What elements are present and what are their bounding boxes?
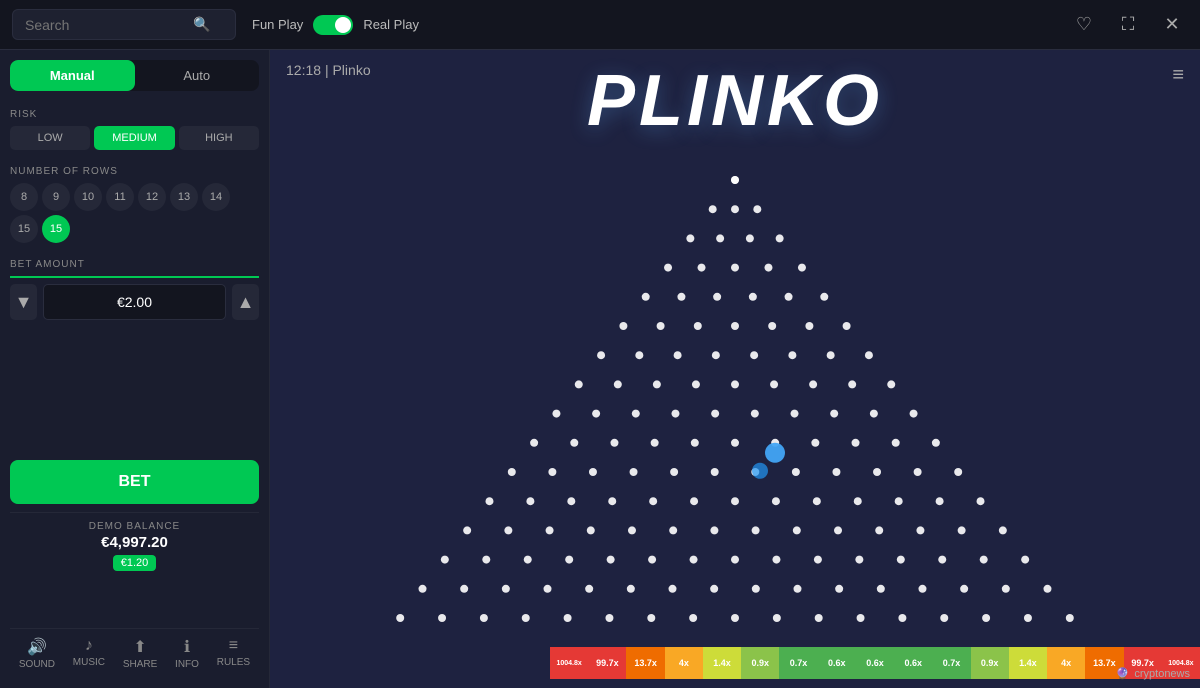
search-box[interactable]: 🔍 [12, 9, 236, 40]
multiplier-cell[interactable]: 99.7x [588, 647, 626, 679]
row-14[interactable]: 14 [202, 183, 230, 211]
music-icon: ♪ [85, 637, 93, 655]
multiplier-cell[interactable]: 1.4x [1009, 647, 1047, 679]
bet-button[interactable]: BET [10, 460, 259, 504]
cryptonews-icon: 🔮 [1116, 667, 1130, 680]
plinko-title: PLINKO [587, 60, 883, 142]
cryptonews-label: cryptonews [1134, 668, 1190, 680]
time-separator: | [325, 62, 329, 78]
demo-chip: €1.20 [113, 555, 157, 571]
tab-auto[interactable]: Auto [135, 60, 260, 91]
share-icon: ⬆ [133, 637, 146, 657]
multiplier-cell[interactable]: 0.6x [818, 647, 856, 679]
rules-label: RULES [217, 657, 250, 668]
risk-low[interactable]: LOW [10, 126, 90, 150]
info-label: INFO [175, 659, 199, 670]
game-time: 12:18 | Plinko [286, 62, 371, 78]
demo-balance: DEMO BALANCE €4,997.20 €1.20 [10, 512, 259, 579]
info-icon: ℹ [184, 637, 190, 657]
bet-amount-wrapper: BET AMOUNT ▼ ▲ [10, 255, 259, 332]
tab-manual[interactable]: Manual [10, 60, 135, 91]
risk-high[interactable]: HIGH [179, 126, 259, 150]
row-13[interactable]: 13 [170, 183, 198, 211]
multiplier-cell[interactable]: 0.9x [741, 647, 779, 679]
row-10[interactable]: 10 [74, 183, 102, 211]
header-actions: ♡ ⛶ ✕ [1068, 9, 1188, 41]
cryptonews-badge: 🔮 cryptonews [1116, 667, 1190, 680]
main-layout: Manual Auto RISK LOW MEDIUM HIGH NUMBER … [0, 50, 1200, 688]
bet-input[interactable] [43, 284, 226, 320]
bet-increase-button[interactable]: ▲ [232, 284, 259, 320]
app-header: 🔍 Fun Play Real Play ♡ ⛶ ✕ [0, 0, 1200, 50]
rules-icon: ≡ [229, 637, 238, 655]
row-12[interactable]: 12 [138, 183, 166, 211]
multiplier-cell[interactable]: 13.7x [626, 647, 664, 679]
info-icon-btn[interactable]: ℹ INFO [175, 637, 199, 670]
time-display: 12:18 [286, 62, 321, 78]
real-play-label: Real Play [363, 17, 419, 32]
risk-label: RISK [10, 109, 259, 120]
multiplier-cell[interactable]: 1.4x [703, 647, 741, 679]
bet-amount-bar [10, 276, 259, 278]
bet-decrease-button[interactable]: ▼ [10, 284, 37, 320]
multiplier-cell[interactable]: 0.7x [779, 647, 817, 679]
sidebar: Manual Auto RISK LOW MEDIUM HIGH NUMBER … [0, 50, 270, 688]
multiplier-bar: 1004.8x99.7x13.7x4x1.4x0.9x0.7x0.6x0.6x0… [550, 638, 1200, 688]
hamburger-menu[interactable]: ≡ [1172, 64, 1184, 87]
demo-balance-amount: €4,997.20 [18, 534, 251, 551]
sidebar-bottom-icons: 🔊 SOUND ♪ MUSIC ⬆ SHARE ℹ INFO ≡ RULES [10, 628, 259, 678]
multiplier-cell[interactable]: 0.9x [971, 647, 1009, 679]
close-button[interactable]: ✕ [1156, 9, 1188, 41]
sidebar-content: Manual Auto RISK LOW MEDIUM HIGH NUMBER … [10, 60, 259, 628]
multiplier-cell[interactable]: 0.7x [932, 647, 970, 679]
sound-icon: 🔊 [27, 637, 47, 657]
row-11[interactable]: 11 [106, 183, 134, 211]
sound-icon-btn[interactable]: 🔊 SOUND [19, 637, 55, 670]
mode-tabs: Manual Auto [10, 60, 259, 91]
risk-buttons: LOW MEDIUM HIGH [10, 126, 259, 150]
music-label: MUSIC [73, 657, 105, 668]
bet-label: BET AMOUNT [10, 259, 259, 270]
mode-switch[interactable] [313, 15, 353, 35]
sound-label: SOUND [19, 659, 55, 670]
multiplier-cell[interactable]: 0.6x [894, 647, 932, 679]
bet-amount-container: ▼ ▲ [10, 284, 259, 320]
rows-label: NUMBER OF ROWS [10, 166, 259, 177]
share-label: SHARE [123, 659, 157, 670]
game-name: Plinko [332, 62, 370, 78]
row-15a[interactable]: 15 [10, 215, 38, 243]
fun-play-label: Fun Play [252, 17, 303, 32]
row-9[interactable]: 9 [42, 183, 70, 211]
share-icon-btn[interactable]: ⬆ SHARE [123, 637, 157, 670]
risk-medium[interactable]: MEDIUM [94, 126, 174, 150]
demo-balance-label: DEMO BALANCE [18, 521, 251, 532]
multiplier-cell[interactable]: 4x [665, 647, 703, 679]
row-buttons: 8 9 10 11 12 13 14 15 15 [10, 183, 259, 243]
multiplier-cell[interactable]: 0.6x [856, 647, 894, 679]
search-input[interactable] [25, 17, 185, 33]
multiplier-cell[interactable]: 1004.8x [550, 647, 588, 679]
game-area: 12:18 | Plinko PLINKO ≡ 1004.8x99.7x13.7… [270, 50, 1200, 688]
row-15b[interactable]: 15 [42, 215, 70, 243]
search-icon: 🔍 [193, 16, 210, 33]
music-icon-btn[interactable]: ♪ MUSIC [73, 637, 105, 670]
fullscreen-button[interactable]: ⛶ [1112, 9, 1144, 41]
plinko-board [270, 150, 1200, 638]
multiplier-cell[interactable]: 4x [1047, 647, 1085, 679]
rules-icon-btn[interactable]: ≡ RULES [217, 637, 250, 670]
favorite-button[interactable]: ♡ [1068, 9, 1100, 41]
row-8[interactable]: 8 [10, 183, 38, 211]
mode-toggle: Fun Play Real Play [252, 15, 419, 35]
